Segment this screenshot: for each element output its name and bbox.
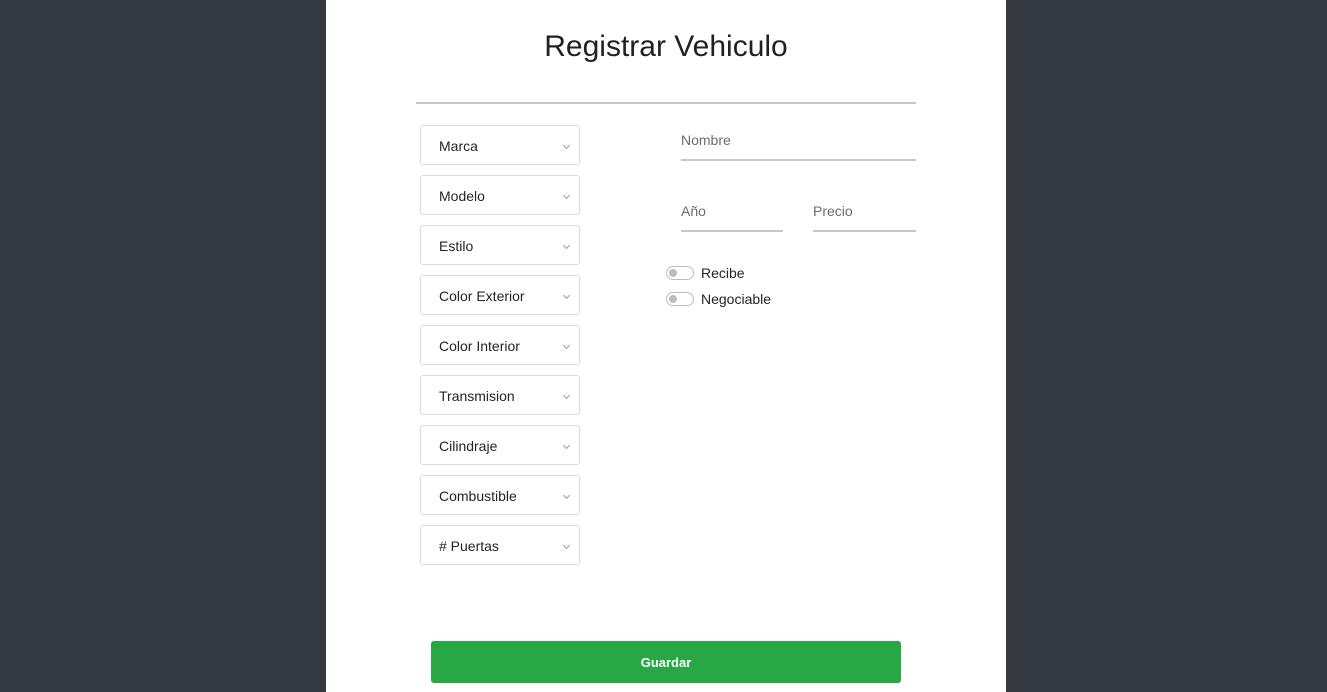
chevron-down-icon xyxy=(562,191,571,200)
chevron-down-icon xyxy=(562,441,571,450)
select-label: Estilo xyxy=(439,238,474,254)
select-color-interior[interactable]: Color Interior xyxy=(420,325,580,365)
select-label: Cilindraje xyxy=(439,438,498,454)
select-modelo[interactable]: Modelo xyxy=(420,175,580,215)
chevron-down-icon xyxy=(562,541,571,550)
select-label: Transmision xyxy=(439,388,515,404)
recibe-toggle-row: Recibe xyxy=(666,264,745,282)
nombre-field[interactable]: Nombre xyxy=(681,125,916,161)
select-puertas[interactable]: # Puertas xyxy=(420,525,580,565)
select-cilindraje[interactable]: Cilindraje xyxy=(420,425,580,465)
select-marca[interactable]: Marca xyxy=(420,125,580,165)
select-color-exterior[interactable]: Color Exterior xyxy=(420,275,580,315)
chevron-down-icon xyxy=(562,391,571,400)
select-estilo[interactable]: Estilo xyxy=(420,225,580,265)
anio-field[interactable]: Año xyxy=(681,196,783,232)
toggle-knob xyxy=(669,269,677,277)
anio-placeholder: Año xyxy=(681,203,706,219)
select-label: Color Exterior xyxy=(439,288,525,304)
save-button[interactable]: Guardar xyxy=(431,641,901,683)
recibe-toggle[interactable] xyxy=(666,266,694,280)
negociable-label: Negociable xyxy=(701,291,772,307)
toggle-knob xyxy=(669,295,677,303)
negociable-toggle-row: Negociable xyxy=(666,290,771,308)
select-label: Combustible xyxy=(439,488,517,504)
chevron-down-icon xyxy=(562,491,571,500)
chevron-down-icon xyxy=(562,241,571,250)
chevron-down-icon xyxy=(562,341,571,350)
precio-field[interactable]: Precio xyxy=(813,196,916,232)
title-divider xyxy=(416,102,916,104)
select-label: Marca xyxy=(439,138,478,154)
negociable-toggle[interactable] xyxy=(666,292,694,306)
chevron-down-icon xyxy=(562,291,571,300)
nombre-placeholder: Nombre xyxy=(681,132,731,148)
select-combustible[interactable]: Combustible xyxy=(420,475,580,515)
form-panel: Registrar Vehiculo Marca Modelo Estilo C… xyxy=(326,0,1006,692)
chevron-down-icon xyxy=(562,141,571,150)
page-title: Registrar Vehiculo xyxy=(544,30,788,63)
select-label: Modelo xyxy=(439,188,485,204)
select-label: Color Interior xyxy=(439,338,520,354)
select-label: # Puertas xyxy=(439,538,499,554)
precio-placeholder: Precio xyxy=(813,203,853,219)
recibe-label: Recibe xyxy=(701,265,745,281)
select-transmision[interactable]: Transmision xyxy=(420,375,580,415)
